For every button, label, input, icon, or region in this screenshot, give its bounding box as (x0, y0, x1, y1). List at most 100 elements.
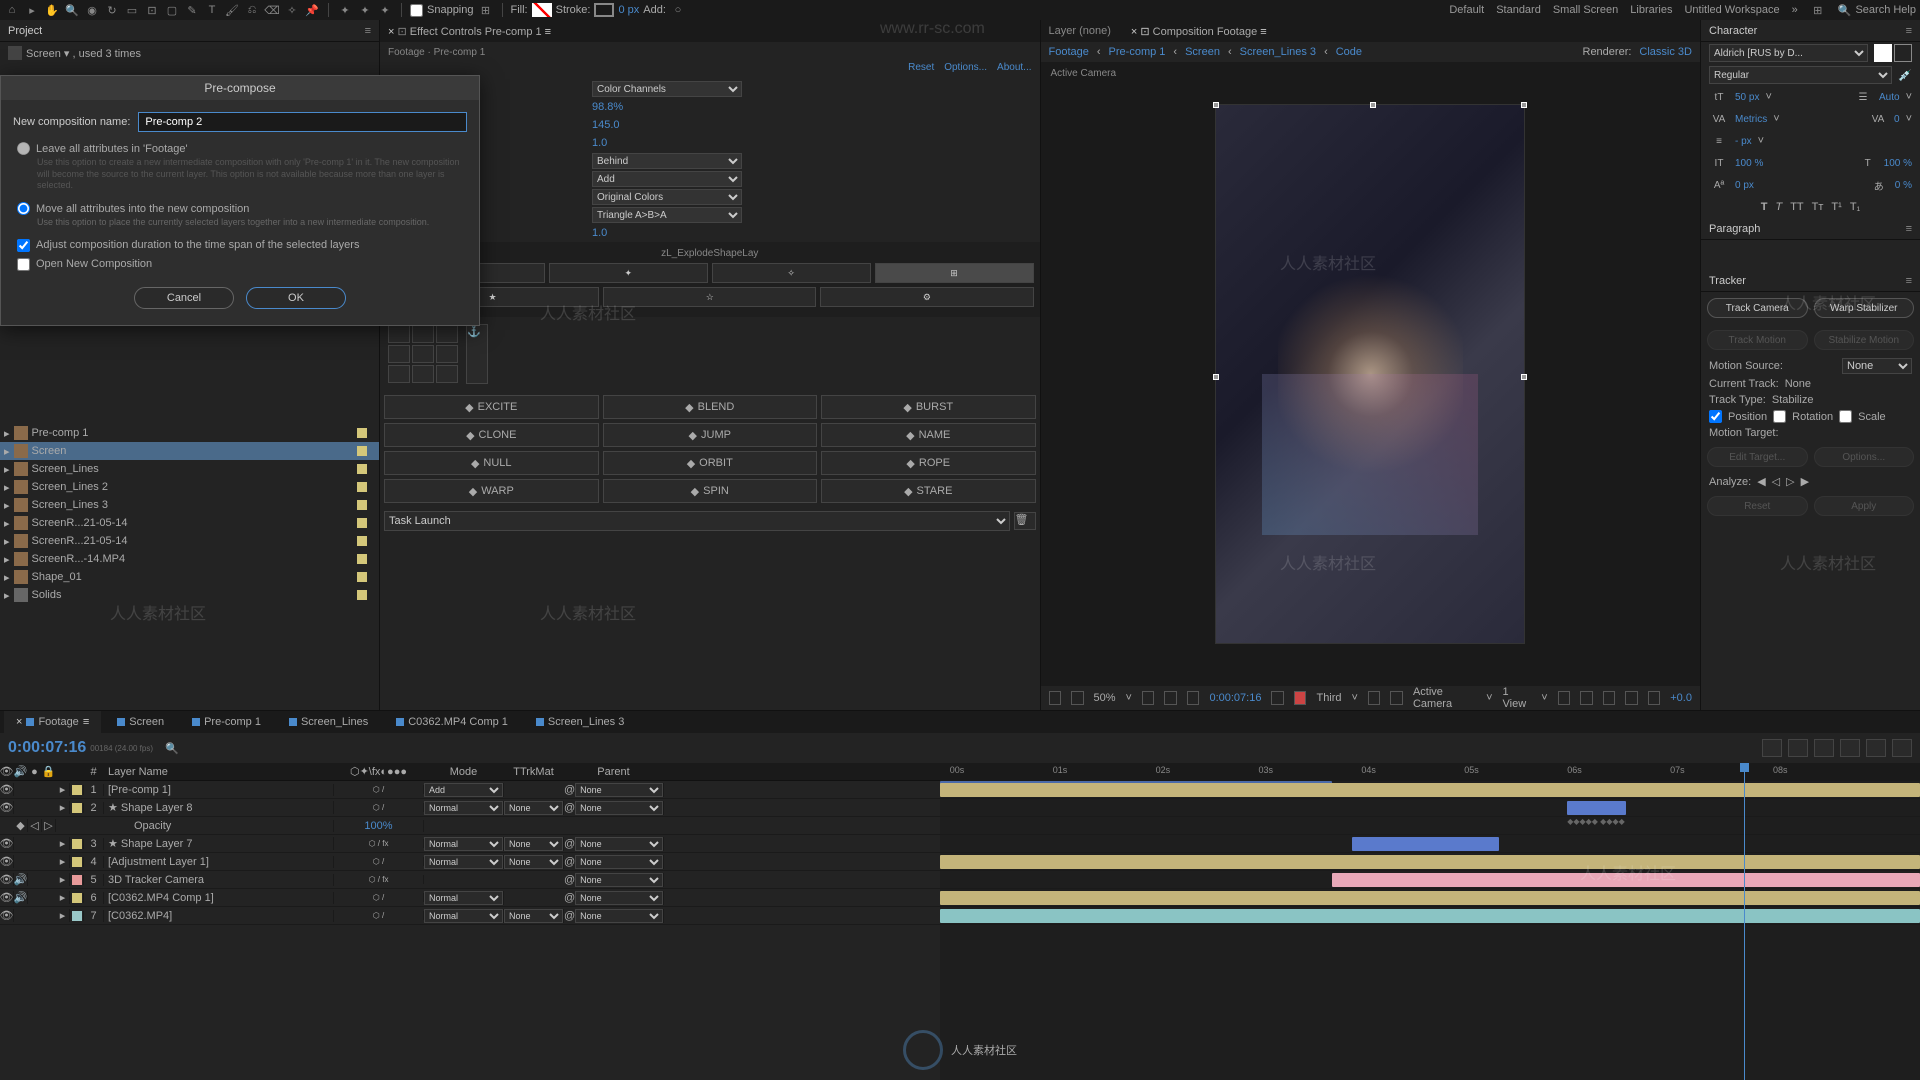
open-new-comp-checkbox[interactable] (17, 258, 30, 271)
selection-tool-icon[interactable]: ▸ (24, 2, 40, 18)
label-swatch[interactable] (357, 482, 367, 492)
label-swatch[interactable] (357, 590, 367, 600)
layer-bar[interactable] (1567, 801, 1626, 815)
comp-flow-icon[interactable] (1625, 691, 1638, 705)
twirl-icon[interactable]: ▸ (56, 783, 70, 796)
project-item[interactable]: ▸ScreenR...-14.MP4 (0, 550, 379, 568)
action-name[interactable]: ◆NAME (821, 423, 1036, 447)
label-swatch[interactable] (357, 536, 367, 546)
subscript-icon[interactable]: T₁ (1850, 201, 1860, 213)
track-lane[interactable] (940, 835, 1920, 853)
script-grid-icon[interactable]: ⊞ (875, 263, 1034, 283)
align-bl[interactable] (388, 365, 410, 383)
anchor-icon[interactable]: ⚓ (466, 324, 488, 384)
parent-select[interactable]: None (575, 891, 663, 905)
composition-tab[interactable]: × ⊡ Composition Footage ≡ (1131, 25, 1267, 38)
property-value[interactable]: 100% (364, 820, 392, 832)
preview-image[interactable] (1215, 104, 1525, 644)
pixel-aspect-icon[interactable] (1558, 691, 1571, 705)
render-icon[interactable] (1648, 691, 1661, 705)
fast-preview-icon[interactable] (1580, 691, 1593, 705)
search-help[interactable]: Search Help (1855, 4, 1916, 16)
align-mc[interactable] (412, 345, 434, 363)
para-menu-icon[interactable]: ≡ (1906, 223, 1912, 235)
layer-row[interactable]: 👁▸3★ Shape Layer 7⬡ / fxNormalNone@ None (0, 835, 940, 853)
playhead[interactable] (1744, 763, 1745, 1080)
workspace-untitled[interactable]: Untitled Workspace (1684, 4, 1779, 16)
layer-bar[interactable] (940, 909, 1920, 923)
label-swatch[interactable] (357, 446, 367, 456)
cancel-button[interactable]: Cancel (134, 287, 234, 309)
property-row[interactable]: ◆◁▷Opacity100% (0, 817, 940, 835)
local-axis-icon[interactable]: ✦ (337, 2, 353, 18)
action-clone[interactable]: ◆CLONE (384, 423, 599, 447)
frame-blend-icon[interactable] (1814, 739, 1834, 757)
view-axis-icon[interactable]: ✦ (377, 2, 393, 18)
paragraph-tab[interactable]: Paragraph (1709, 223, 1760, 235)
script-star3-icon[interactable]: ✧ (712, 263, 871, 283)
layer-bar[interactable] (1332, 873, 1920, 887)
action-null[interactable]: ◆NULL (384, 451, 599, 475)
parent-pick-icon[interactable]: @ (564, 892, 575, 904)
twirl-icon[interactable]: ▸ (56, 891, 70, 904)
font-style-select[interactable]: Regular (1709, 66, 1892, 84)
renderer-value[interactable]: Classic 3D (1639, 46, 1692, 58)
col-mode[interactable]: Mode (424, 766, 504, 778)
smallcaps-icon[interactable]: Tᴛ (1812, 201, 1824, 213)
parent-select[interactable]: None (575, 783, 663, 797)
effect-about[interactable]: About... (997, 62, 1031, 80)
action-excite[interactable]: ◆EXCITE (384, 395, 599, 419)
project-item[interactable]: ▸Pre-comp 1 (0, 424, 379, 442)
layer-name[interactable]: [C0362.MP4 Comp 1] (104, 892, 334, 904)
action-stare[interactable]: ◆STARE (821, 479, 1036, 503)
task-launch-select[interactable]: Task Launch (384, 511, 1010, 531)
track-lane[interactable] (940, 853, 1920, 871)
blend-mode-select[interactable]: Normal (424, 891, 503, 905)
workspace-small[interactable]: Small Screen (1553, 4, 1618, 16)
trkmat-select[interactable]: None (504, 855, 563, 869)
char-stroke[interactable]: - px (1735, 136, 1752, 147)
col-name[interactable]: Layer Name (104, 766, 334, 778)
kerning[interactable]: Metrics (1735, 114, 1767, 125)
add-icon[interactable]: ○ (670, 2, 686, 18)
timeline-tab[interactable]: Pre-comp 1 (180, 711, 273, 733)
puppet-tool-icon[interactable]: 📌 (304, 2, 320, 18)
transparency-icon[interactable] (1164, 691, 1177, 705)
track-lane[interactable] (940, 799, 1920, 817)
label-swatch[interactable] (357, 500, 367, 510)
roto-tool-icon[interactable]: ✧ (284, 2, 300, 18)
timeline-tab[interactable]: C0362.MP4 Comp 1 (384, 711, 520, 733)
parent-select[interactable]: None (575, 873, 663, 887)
char-menu-icon[interactable]: ≡ (1906, 25, 1912, 37)
brain-icon[interactable] (1892, 739, 1912, 757)
font-family-select[interactable]: Aldrich [RUS by D... (1709, 44, 1868, 62)
parent-pick-icon[interactable]: @ (564, 910, 575, 922)
crumb-0[interactable]: Footage (1049, 46, 1089, 58)
action-spin[interactable]: ◆SPIN (603, 479, 818, 503)
project-tab[interactable]: Project (8, 25, 42, 37)
track-lane[interactable] (940, 907, 1920, 925)
project-item[interactable]: ▸Screen (0, 442, 379, 460)
project-item[interactable]: ▸Solids (0, 586, 379, 604)
pen-tool-icon[interactable]: ✎ (184, 2, 200, 18)
bold-icon[interactable]: T (1761, 201, 1768, 213)
blend-mode-select[interactable]: Normal (424, 855, 503, 869)
track-lane[interactable]: ◆◆◆◆◆ ◆◆◆◆ (940, 817, 1920, 835)
workspace-libraries[interactable]: Libraries (1630, 4, 1672, 16)
italic-icon[interactable]: T (1775, 201, 1782, 213)
search-icon[interactable]: 🔍 (1838, 4, 1852, 17)
layer-row[interactable]: 👁🔊▸53D Tracker Camera⬡ / fx@ None (0, 871, 940, 889)
effect-options[interactable]: Options... (944, 62, 987, 80)
prop-select[interactable]: Original Colors (592, 189, 742, 205)
quality-value[interactable]: Third (1316, 692, 1341, 704)
zoom-tool-icon[interactable]: 🔍 (64, 2, 80, 18)
layer-name[interactable]: [Adjustment Layer 1] (104, 856, 334, 868)
audio-toggle[interactable]: 🔊 (14, 891, 28, 904)
blend-mode-select[interactable]: Normal (424, 801, 503, 815)
timeline-tab[interactable]: Screen_Lines 3 (524, 711, 636, 733)
panel-menu-icon[interactable]: ≡ (365, 25, 371, 37)
crumb-1[interactable]: Pre-comp 1 (1109, 46, 1166, 58)
parent-pick-icon[interactable]: @ (564, 838, 575, 850)
layer-name[interactable]: 3D Tracker Camera (104, 874, 334, 886)
workspace-default[interactable]: Default (1449, 4, 1484, 16)
